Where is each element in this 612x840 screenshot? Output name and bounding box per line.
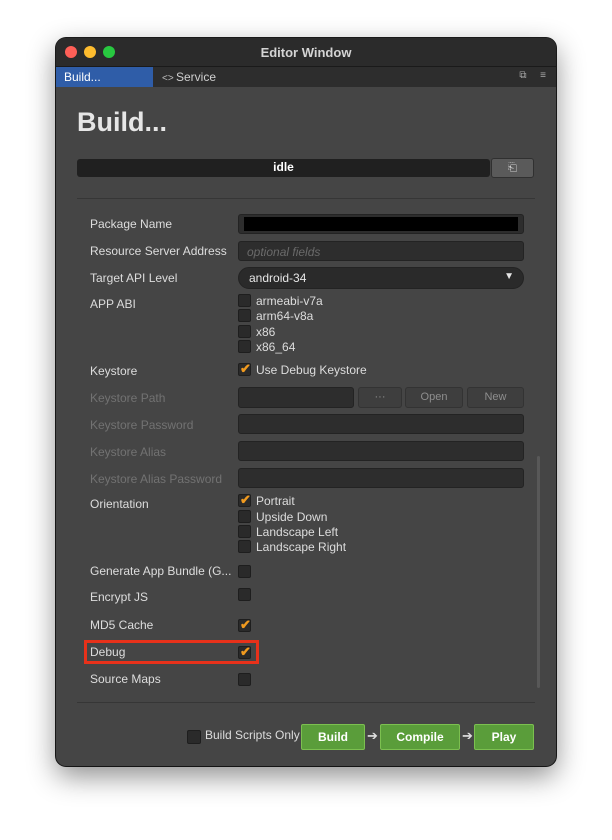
compile-button[interactable]: Compile bbox=[380, 724, 460, 750]
tab-service-label: Service bbox=[176, 70, 217, 84]
package-name-field[interactable] bbox=[238, 214, 524, 234]
checkmark-icon: ✔ bbox=[240, 361, 251, 376]
source-maps-label: Source Maps bbox=[90, 672, 161, 686]
build-button-label: Build bbox=[318, 730, 348, 744]
target-api-label: Target API Level bbox=[90, 271, 178, 285]
tab-build-label: Build... bbox=[64, 70, 101, 84]
page-title: Build... bbox=[77, 107, 167, 137]
encrypt-js-label: Encrypt JS bbox=[90, 590, 149, 604]
debug-highlight-box bbox=[84, 640, 259, 664]
keystore-path-label: Keystore Path bbox=[90, 391, 166, 405]
source-maps-checkbox[interactable] bbox=[238, 673, 251, 686]
divider-top bbox=[77, 198, 535, 199]
keystore-browse-button[interactable]: ··· bbox=[358, 387, 402, 408]
build-scripts-only-checkbox[interactable] bbox=[187, 730, 201, 744]
build-progress-bar: idle bbox=[77, 159, 490, 177]
scrollbar-thumb[interactable] bbox=[537, 456, 540, 688]
play-button[interactable]: Play bbox=[474, 724, 534, 750]
encrypt-js-checkbox[interactable] bbox=[238, 588, 251, 601]
build-scripts-only-label: Build Scripts Only bbox=[205, 728, 300, 742]
orientation-checkbox-landscape-right[interactable] bbox=[238, 540, 251, 553]
keystore-alias-label: Keystore Alias bbox=[90, 445, 167, 459]
abi-label-arm64-v8a: arm64-v8a bbox=[256, 309, 314, 323]
maximize-icon[interactable]: ⧉ bbox=[516, 70, 530, 81]
compile-button-label: Compile bbox=[396, 730, 444, 744]
title-bar: Editor Window bbox=[56, 38, 556, 67]
app-abi-label: APP ABI bbox=[90, 297, 136, 311]
abi-checkbox-armeabi-v7a[interactable] bbox=[238, 294, 251, 307]
keystore-alias-field[interactable] bbox=[238, 441, 524, 461]
orientation-label-upside-down: Upside Down bbox=[256, 510, 328, 524]
package-name-label: Package Name bbox=[90, 217, 173, 231]
keystore-password-label: Keystore Password bbox=[90, 418, 194, 432]
keystore-alias-password-label: Keystore Alias Password bbox=[90, 472, 223, 486]
package-name-redacted bbox=[244, 217, 518, 231]
abi-checkbox-x86[interactable] bbox=[238, 325, 251, 338]
generate-app-bundle-checkbox[interactable] bbox=[238, 565, 251, 578]
tab-build[interactable]: Build... bbox=[56, 67, 153, 87]
keystore-open-button[interactable]: Open bbox=[405, 387, 463, 408]
resource-server-placeholder: optional fields bbox=[247, 245, 321, 259]
tab-service[interactable]: <> Service bbox=[162, 67, 262, 87]
abi-checkbox-arm64-v8a[interactable] bbox=[238, 309, 251, 322]
target-api-select[interactable]: android-34 ▼ bbox=[238, 267, 524, 289]
use-debug-keystore-label: Use Debug Keystore bbox=[256, 363, 367, 377]
checkmark-icon: ✔ bbox=[240, 492, 251, 507]
checkmark-icon: ✔ bbox=[240, 617, 251, 632]
keystore-alias-password-field[interactable] bbox=[238, 468, 524, 488]
abi-label-x86: x86 bbox=[256, 325, 276, 339]
abi-label-armeabi-v7a: armeabi-v7a bbox=[256, 294, 323, 308]
keystore-new-label: New bbox=[484, 391, 507, 403]
keystore-new-button[interactable]: New bbox=[467, 387, 524, 408]
target-api-value: android-34 bbox=[249, 271, 307, 285]
document-icon: ⎗ bbox=[508, 162, 517, 174]
abi-checkbox-x86-64[interactable] bbox=[238, 340, 251, 353]
use-debug-keystore-checkbox[interactable]: ✔ bbox=[238, 361, 251, 376]
editor-window: Editor Window Build... <> Service ⧉ ≡ Buil… bbox=[56, 38, 556, 766]
orientation-checkbox-upside-down[interactable] bbox=[238, 510, 251, 523]
orientation-label-landscape-left: Landscape Left bbox=[256, 525, 339, 539]
menu-icon[interactable]: ≡ bbox=[536, 70, 550, 81]
orientation-checkbox-portrait[interactable]: ✔ bbox=[238, 492, 251, 507]
resource-server-field[interactable]: optional fields bbox=[238, 241, 524, 261]
keystore-browse-label: ··· bbox=[374, 391, 386, 403]
arrow-right-icon: ➔ bbox=[462, 728, 473, 743]
md5-cache-checkbox[interactable]: ✔ bbox=[238, 617, 251, 632]
abi-label-x86-64: x86_64 bbox=[256, 340, 296, 354]
keystore-open-label: Open bbox=[420, 391, 448, 403]
link-icon: <> bbox=[162, 73, 174, 84]
keystore-password-field[interactable] bbox=[238, 414, 524, 434]
keystore-label: Keystore bbox=[90, 364, 138, 378]
progress-status: idle bbox=[273, 160, 294, 174]
window-title: Editor Window bbox=[260, 45, 352, 60]
open-log-button[interactable]: ⎗ bbox=[491, 158, 534, 178]
resource-server-label: Resource Server Address bbox=[90, 244, 227, 258]
generate-app-bundle-label: Generate App Bundle (G... bbox=[90, 564, 232, 578]
divider-bottom bbox=[77, 702, 535, 703]
tab-bar: Build... <> Service ⧉ ≡ bbox=[56, 67, 556, 87]
orientation-label-landscape-right: Landscape Right bbox=[256, 540, 347, 554]
orientation-label: Orientation bbox=[90, 497, 149, 511]
dropdown-arrow-icon: ▼ bbox=[504, 271, 514, 282]
play-button-label: Play bbox=[491, 730, 517, 744]
arrow-right-icon: ➔ bbox=[367, 728, 378, 743]
build-button[interactable]: Build bbox=[301, 724, 365, 750]
tab-bar-icons: ⧉ ≡ bbox=[510, 70, 550, 84]
md5-cache-label: MD5 Cache bbox=[90, 618, 154, 632]
orientation-label-portrait: Portrait bbox=[256, 494, 295, 508]
keystore-path-field[interactable] bbox=[238, 387, 354, 408]
orientation-checkbox-landscape-left[interactable] bbox=[238, 525, 251, 538]
